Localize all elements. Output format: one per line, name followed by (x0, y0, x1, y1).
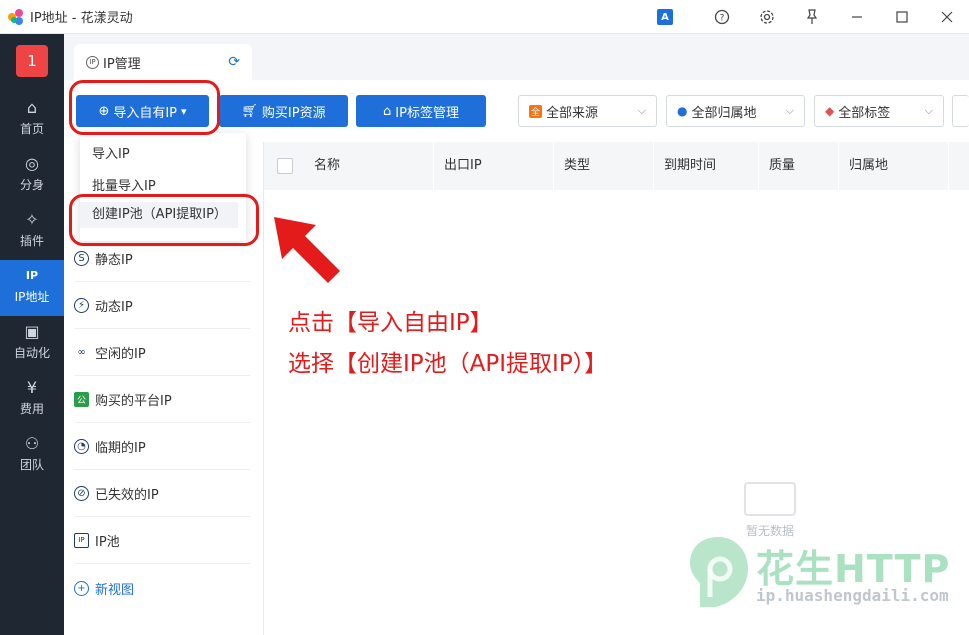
red-arrow-icon (274, 217, 340, 283)
buy-ip-button[interactable]: 🛒︎ 购买IP资源 (219, 95, 348, 127)
help-icon[interactable]: ? (699, 0, 744, 34)
tag-icon: ⌂ (383, 103, 392, 119)
browser-icon: ◎ (25, 154, 39, 173)
chevron-down-icon: ⌵ (924, 104, 933, 117)
account-badge[interactable]: 1 (16, 45, 48, 77)
nav-item-automation[interactable]: ▣ 自动化 (0, 316, 64, 372)
title-bar: IP地址 - 花漾灵动 A ? (0, 0, 969, 34)
plus-circle-icon: + (74, 581, 89, 596)
window-title: IP地址 - 花漾灵动 (30, 11, 133, 26)
close-icon[interactable] (924, 0, 969, 34)
link-icon: ∞ (77, 346, 86, 358)
watermark-logo-icon (690, 537, 748, 607)
static-ip-icon: S (74, 250, 89, 266)
annotation-line-2: 选择【创建IP池（API提取IP）】 (288, 351, 608, 377)
tag-icon: ◆ (825, 104, 835, 118)
team-icon: ⚇ (24, 434, 40, 453)
watermark: 花生HTTP ip.huashengdaili.com (686, 528, 956, 628)
puzzle-icon: ✧ (25, 210, 39, 229)
side-item-expiring-ip[interactable]: ◔ 临期的IP (74, 423, 250, 470)
maximize-icon[interactable] (879, 0, 924, 34)
column-more[interactable] (949, 142, 969, 190)
side-item-idle-ip[interactable]: ∞ 空闲的IP (74, 329, 250, 376)
source-icon: 全 (529, 104, 542, 118)
column-expiry[interactable]: 到期时间 (654, 142, 759, 190)
location-filter[interactable]: ● 全部归属地 ⌵ (666, 95, 805, 127)
highlight-ring-create-pool (69, 194, 259, 246)
menu-item-batch-import[interactable]: 批量导入IP (92, 175, 156, 194)
column-quality[interactable]: 质量 (759, 142, 839, 190)
pin-icon[interactable] (789, 0, 834, 34)
highlight-ring-import (69, 80, 220, 135)
tab-bar: IP IP管理 ⟳ (64, 34, 969, 80)
menu-item-import-ip[interactable]: 导入IP (92, 143, 130, 162)
clock-icon: ◔ (74, 438, 89, 454)
ip-icon: IP (25, 269, 39, 282)
column-exit-ip[interactable]: 出口IP (434, 142, 554, 190)
settings-gear-icon[interactable] (744, 0, 789, 34)
ip-tag-management-button[interactable]: ⌂ IP标签管理 (356, 95, 486, 127)
more-filter[interactable] (952, 95, 969, 127)
yen-icon: ¥ (26, 378, 38, 397)
empty-box-icon (744, 482, 796, 516)
annotation-line-1: 点击【导入自由IP】 (288, 310, 493, 336)
side-item-dynamic-ip[interactable]: ⚡ 动态IP (74, 282, 250, 329)
nav-item-team[interactable]: ⚇ 团队 (0, 428, 64, 484)
chevron-down-icon: ⌵ (637, 104, 646, 117)
left-nav: 1 ⌂ 首页 ◎ 分身 ✧ 插件 IP IP地址 ▣ 自动化 ¥ 费用 ⚇ 团队 (0, 34, 64, 635)
watermark-url: ip.huashengdaili.com (756, 586, 949, 605)
source-filter[interactable]: 全 全部来源 ⌵ (518, 95, 657, 127)
nav-item-plugins[interactable]: ✧ 插件 (0, 204, 64, 260)
side-item-expired-ip[interactable]: ⊘ 已失效的IP (74, 470, 250, 517)
home-icon: ⌂ (26, 98, 38, 117)
nav-item-home[interactable]: ⌂ 首页 (0, 92, 64, 148)
side-item-purchased-ip[interactable]: 公 购买的平台IP (74, 376, 250, 423)
column-type[interactable]: 类型 (554, 142, 654, 190)
nav-item-ip[interactable]: IP IP地址 (0, 260, 64, 316)
cart-icon: 🛒︎ (241, 103, 258, 119)
platform-icon: 公 (74, 391, 89, 407)
svg-text:?: ? (719, 14, 724, 24)
app-logo-icon (8, 8, 24, 25)
nav-item-profiles[interactable]: ◎ 分身 (0, 148, 64, 204)
tag-filter[interactable]: ◆ 全部标签 ⌵ (814, 95, 944, 127)
ip-pool-icon: IP (74, 532, 89, 548)
new-view-button[interactable]: + 新视图 (74, 565, 250, 612)
column-name[interactable]: 名称 (304, 142, 434, 190)
tab-label: IP管理 (103, 56, 141, 72)
translate-icon[interactable]: A (654, 0, 676, 34)
location-pin-icon: ● (677, 104, 688, 118)
minimize-icon[interactable] (834, 0, 879, 34)
column-location[interactable]: 归属地 (839, 142, 949, 190)
side-item-ip-pool[interactable]: IP IP池 (74, 517, 250, 564)
lightning-icon: ⚡ (74, 297, 89, 313)
disabled-icon: ⊘ (74, 485, 89, 501)
ip-badge-icon: IP (86, 55, 99, 69)
chevron-down-icon: ⌵ (785, 104, 794, 117)
table-header: 名称 出口IP 类型 到期时间 质量 归属地 (264, 142, 969, 190)
robot-icon: ▣ (24, 322, 40, 341)
watermark-brand: 花生HTTP (756, 547, 951, 591)
tab-ip-management[interactable]: IP IP管理 ⟳ (74, 44, 252, 80)
nav-item-billing[interactable]: ¥ 费用 (0, 372, 64, 428)
refresh-icon[interactable]: ⟳ (228, 54, 240, 70)
select-all-checkbox[interactable] (277, 158, 293, 174)
